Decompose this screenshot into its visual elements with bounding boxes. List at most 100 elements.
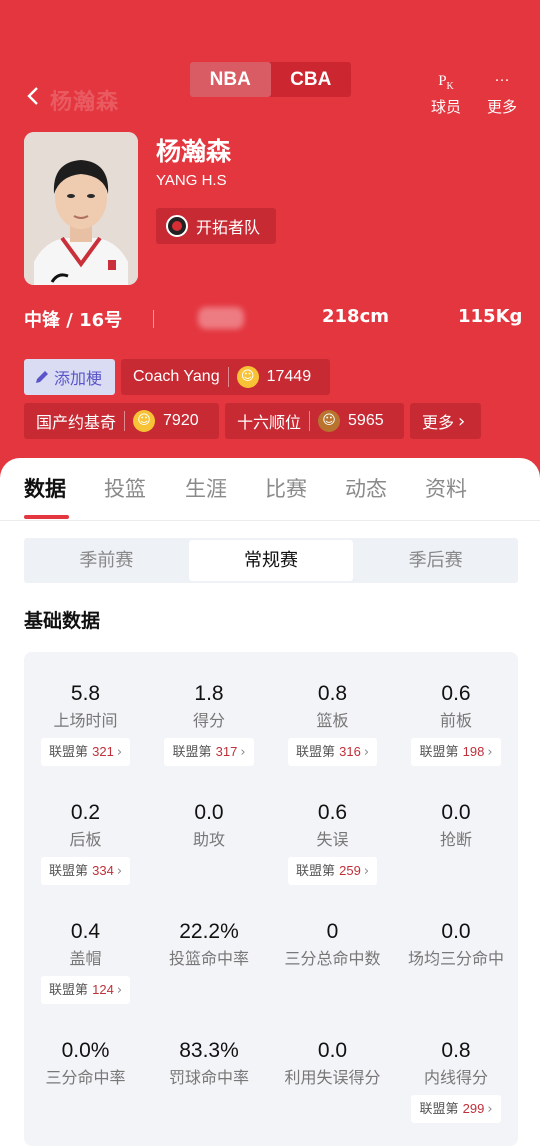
stat-value: 0.0%	[61, 1039, 110, 1062]
team-name: 开拓者队	[196, 218, 261, 237]
league-rank-link[interactable]: 联盟第 299 ›	[411, 1095, 501, 1123]
add-nickname-button[interactable]: 添加梗	[24, 359, 115, 395]
more-nicknames-button[interactable]: 更多 ›	[410, 403, 481, 439]
section-title: 基础数据	[24, 610, 101, 632]
league-rank-link[interactable]: 联盟第 321 ›	[40, 738, 131, 766]
nickname-chip[interactable]: 十六顺位 ☺ 5965	[225, 403, 404, 439]
pencil-icon	[36, 371, 48, 383]
rank-prefix: 联盟第	[295, 745, 335, 760]
stat-cell: 0.0% 三分命中率	[24, 1037, 147, 1089]
pk-icon: PK	[438, 73, 454, 92]
stat-cell: 22.2% 投篮命中率	[148, 918, 271, 970]
stat-label: 利用失误得分	[284, 1068, 381, 1087]
back-icon[interactable]	[24, 82, 42, 110]
header-title: 杨瀚森	[50, 90, 120, 115]
league-tab-cba[interactable]: CBA	[271, 62, 352, 97]
laugh-emoji-icon: ☺	[133, 410, 156, 432]
stat-cell: 0.2 后板 联盟第 334 ›	[24, 799, 147, 885]
stat-cell: 0.0 助攻	[148, 799, 271, 851]
league-rank-link[interactable]: 联盟第 334 ›	[40, 857, 131, 885]
stat-label: 罚球命中率	[168, 1068, 249, 1087]
team-logo-icon	[166, 215, 188, 237]
chevron-right-icon: ›	[363, 864, 370, 879]
chevron-right-icon: ›	[487, 1102, 493, 1117]
player-avatar	[24, 132, 138, 285]
stat-value: 0.0	[441, 920, 471, 943]
stat-value: 83.3%	[179, 1039, 239, 1062]
stat-cell: 0.0 抢断	[395, 799, 518, 851]
tab-games[interactable]: 比赛	[265, 474, 307, 504]
tab-shooting[interactable]: 投篮	[104, 474, 146, 504]
stat-cell: 0.8 篮板 联盟第 316 ›	[271, 680, 394, 766]
rank-prefix: 联盟第	[172, 745, 212, 760]
nickname-count: 5965	[348, 412, 384, 429]
stats-grid: 5.8 上场时间 联盟第 321 › 1.8 得分 联盟第 317 › 0.8 篮板 联盟第 316…	[24, 652, 518, 1146]
pk-player-label: 球员	[430, 98, 461, 116]
league-rank-link[interactable]: 联盟第 316 ›	[287, 738, 378, 766]
stat-label: 投篮命中率	[168, 949, 249, 968]
rank-number: 321	[92, 744, 114, 759]
nickname-chip[interactable]: Coach Yang ☺ 17449	[121, 359, 330, 395]
team-tag[interactable]: 开拓者队	[156, 208, 276, 244]
stat-cell: 0.6 失误 联盟第 259 ›	[271, 799, 394, 885]
segment-preseason[interactable]: 季前赛	[24, 538, 189, 583]
nickname-text: 国产约基奇	[36, 413, 117, 432]
stat-cell: 1.8 得分联盟第 317 ›	[148, 680, 271, 766]
league-rank-link[interactable]: 联盟第 259 ›	[287, 857, 378, 885]
tab-career[interactable]: 生涯	[185, 474, 227, 504]
stat-label: 助攻	[192, 830, 225, 849]
more-label: 更多	[486, 98, 517, 116]
stat-label: 篮板	[316, 711, 349, 730]
stat-cell: 0.8 内线得分 联盟第 299 ›	[395, 1037, 518, 1123]
nickname-count: 7920	[163, 412, 199, 429]
rank-prefix: 联盟第	[419, 1102, 459, 1117]
league-toggle: NBA CBA	[190, 62, 351, 97]
stat-cell: 83.3% 罚球命中率	[148, 1037, 271, 1089]
segment-playoffs[interactable]: 季后赛	[353, 538, 518, 583]
player-header: 杨瀚森 NBA CBA PK 球员 ··· 更多 杨瀚森 YANG H.S 开拓…	[0, 0, 540, 500]
rank-prefix: 联盟第	[295, 864, 335, 879]
laugh-emoji-icon: ☺	[236, 366, 259, 388]
rank-number: 334	[92, 863, 114, 878]
segment-regular-season[interactable]: 常规赛	[188, 540, 354, 581]
stat-value: 0.0	[441, 801, 471, 824]
chevron-right-icon: ›	[363, 745, 370, 760]
league-rank-link[interactable]: 联盟第 198 ›	[411, 738, 501, 766]
chevron-right-icon: ›	[116, 745, 123, 760]
rank-number: 259	[339, 863, 361, 878]
more-button[interactable]: ··· 更多	[482, 70, 522, 117]
more-nicknames-label: 更多	[422, 413, 455, 432]
stat-value: 0.4	[70, 920, 101, 943]
emoji-icon: ☺	[318, 410, 341, 432]
stat-label: 场均三分命中	[407, 949, 504, 968]
stat-value: 0.0	[194, 801, 224, 824]
stat-cell: 0.6 前板 联盟第 198 ›	[395, 680, 518, 766]
chip-divider	[309, 411, 311, 431]
stat-value: 0	[326, 920, 339, 943]
divider	[0, 520, 540, 521]
stat-value: 1.8	[194, 682, 224, 705]
league-tab-nba[interactable]: NBA	[190, 62, 271, 97]
tab-news[interactable]: 动态	[345, 474, 387, 504]
stat-label: 得分	[192, 711, 225, 730]
stat-label: 内线得分	[423, 1068, 488, 1087]
player-name: 杨瀚森	[156, 137, 232, 166]
stat-label: 后板	[69, 830, 102, 849]
league-rank-link[interactable]: 联盟第 124 ›	[40, 976, 131, 1004]
tab-profile[interactable]: 资料	[425, 474, 467, 504]
blurred-age	[198, 307, 244, 329]
nickname-chip[interactable]: 国产约基奇 ☺ 7920	[24, 403, 219, 439]
pk-player-button[interactable]: PK 球员	[426, 70, 466, 117]
rank-number: 316	[339, 744, 361, 759]
active-tab-indicator	[24, 515, 69, 519]
chevron-right-icon: ›	[116, 864, 123, 879]
chip-divider	[124, 411, 126, 431]
tab-data[interactable]: 数据	[24, 474, 66, 504]
player-weight: 115Kg	[458, 306, 523, 327]
nickname-text: Coach Yang	[133, 368, 220, 385]
rank-prefix: 联盟第	[48, 745, 88, 760]
more-icon: ···	[494, 73, 510, 89]
stat-label: 前板	[439, 711, 472, 730]
league-rank-link[interactable]: 联盟第 317 ›	[164, 738, 254, 766]
stat-value: 5.8	[70, 682, 101, 705]
